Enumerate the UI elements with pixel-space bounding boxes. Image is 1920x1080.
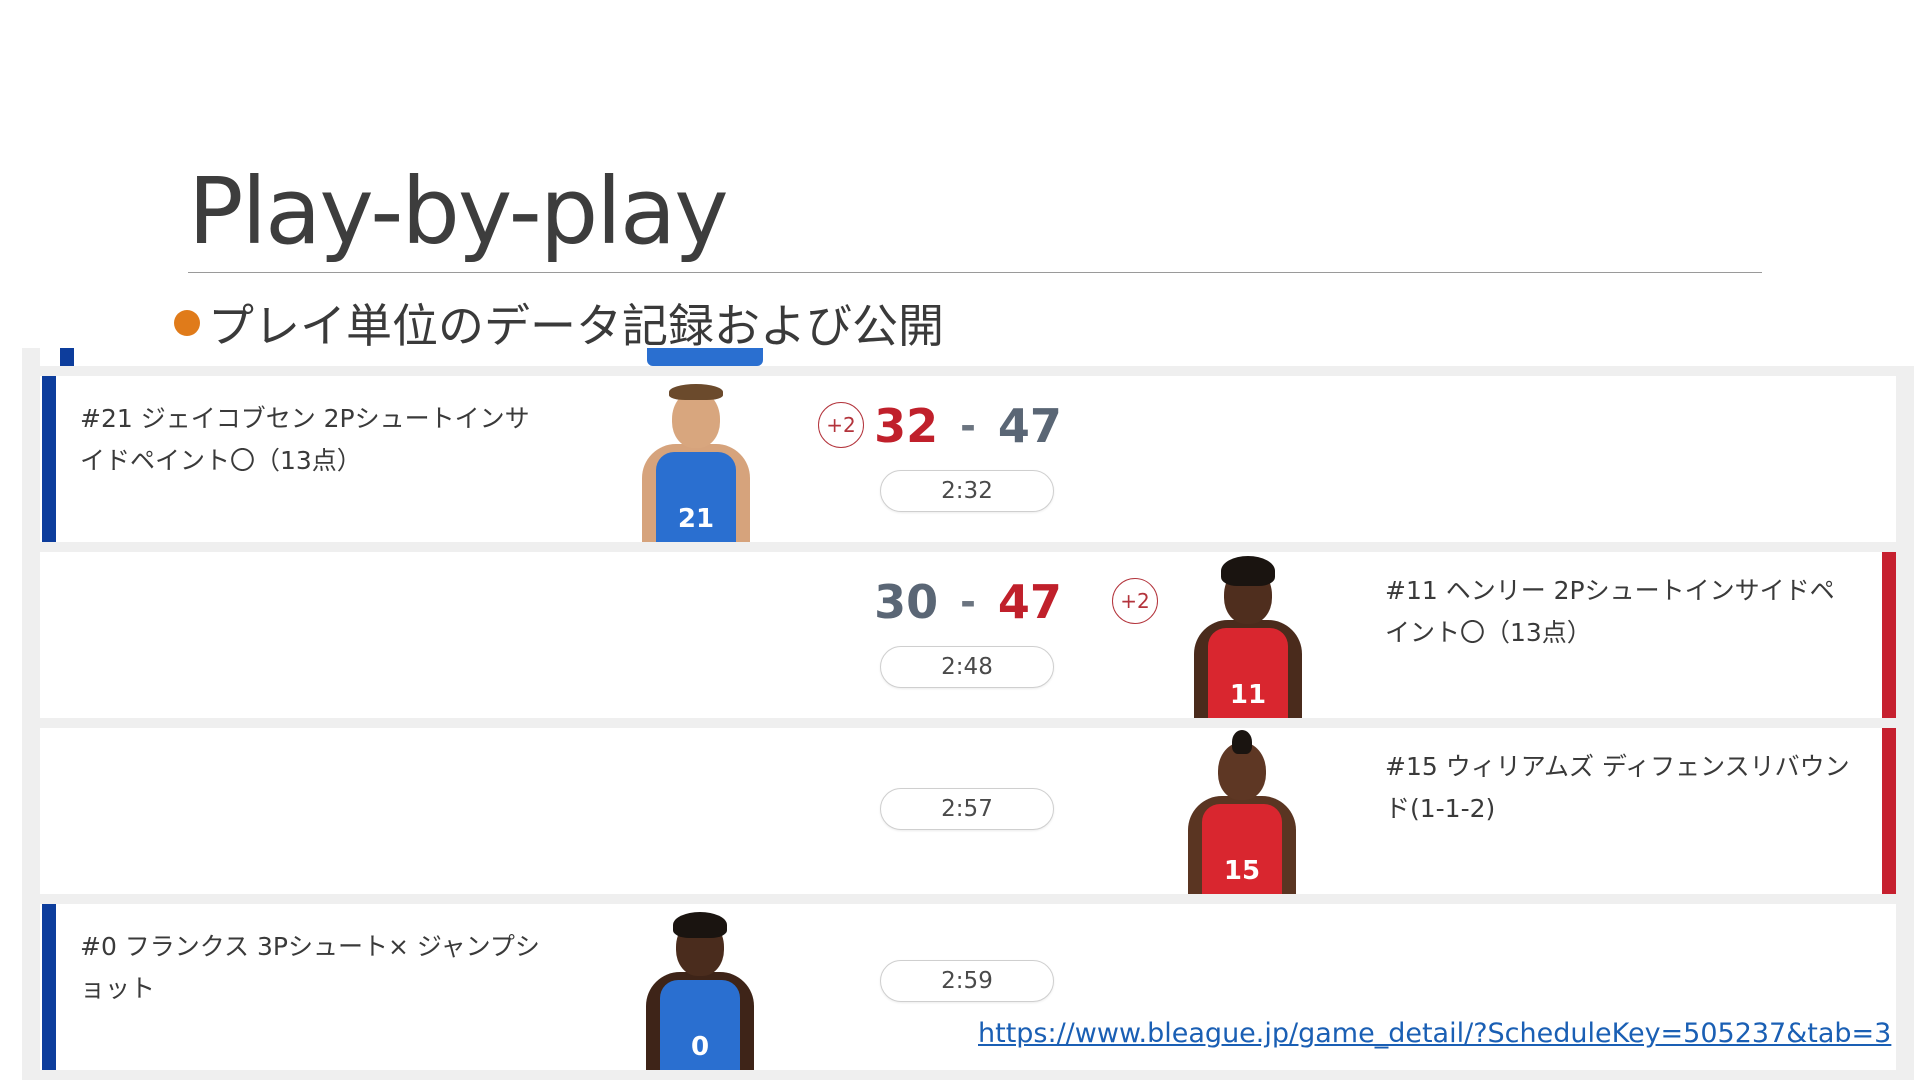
scoreboard: 32 - 47 [858,398,1078,454]
bullet-icon [174,310,200,336]
home-team-bar [42,376,56,542]
jersey-number: 15 [1202,804,1282,894]
game-clock: 2:59 [880,960,1054,1002]
jersey-number: 11 [1208,628,1288,718]
game-clock: 2:57 [880,788,1054,830]
title-divider [188,272,1762,273]
home-team-bar [60,348,74,366]
player-photo: 11 [1188,556,1308,718]
away-team-bar [1882,552,1896,718]
play-by-play-feed[interactable]: #21 ジェイコブセン 2Pシュートインサイドペイント〇（13点） 21 +2 … [22,348,1914,1080]
points-badge: +2 [1112,578,1158,624]
play-description: #21 ジェイコブセン 2Pシュートインサイドペイント〇（13点） [80,404,530,475]
play-description: #0 フランクス 3Pシュート× ジャンプショット [80,932,540,1003]
home-score: 32 [874,399,939,453]
player-photo: 0 [640,910,760,1070]
jersey-number: 0 [660,980,740,1070]
bullet-text: プレイ単位のデータ記録および公開 [208,299,944,353]
score-separator: - [960,580,976,624]
play-row[interactable]: 30 - 47 +2 2:48 11 #11 ヘンリー 2Pシュートインサイドペ… [40,552,1896,718]
jersey-number: 21 [656,452,736,542]
game-clock: 2:48 [880,646,1054,688]
bullet-point: プレイ単位のデータ記録および公開 [174,290,944,356]
game-clock: 2:32 [880,470,1054,512]
away-team-bar [1882,728,1896,894]
play-row[interactable]: #21 ジェイコブセン 2Pシュートインサイドペイント〇（13点） 21 +2 … [40,376,1896,542]
away-score: 47 [997,399,1062,453]
home-team-bar [42,904,56,1070]
away-score: 47 [997,575,1062,629]
player-photo: 15 [1182,730,1302,894]
home-score: 30 [874,575,939,629]
play-row[interactable]: 2:57 15 #15 ウィリアムズ ディフェンスリバウンド(1-1-2) [40,728,1896,894]
scoreboard: 30 - 47 [858,574,1078,630]
slide-title: Play-by-play [188,158,729,265]
player-photo: 21 [636,382,756,542]
play-description: #11 ヘンリー 2Pシュートインサイドペイント〇（13点） [1385,576,1835,647]
play-description: #15 ウィリアムズ ディフェンスリバウンド(1-1-2) [1385,752,1850,823]
source-link[interactable]: https://www.bleague.jp/game_detail/?Sche… [978,1018,1891,1049]
score-separator: - [960,404,976,448]
